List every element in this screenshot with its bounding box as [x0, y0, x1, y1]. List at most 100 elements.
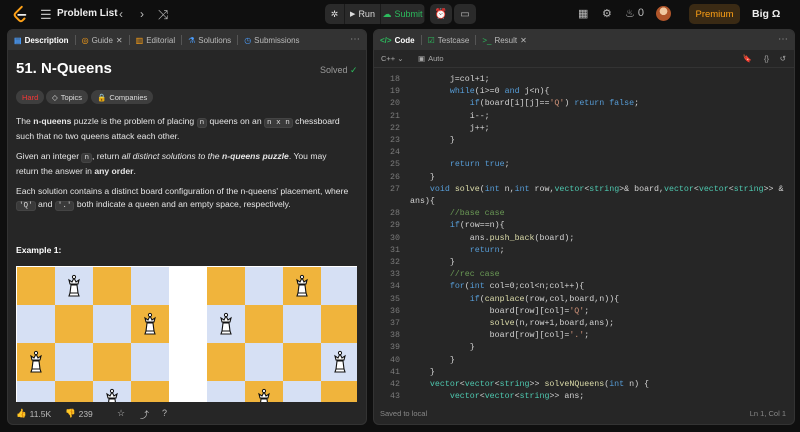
board-cell [17, 305, 55, 343]
code-line: vector<vector<string>> solveNQueens(int … [429, 380, 650, 389]
board-cell [131, 381, 169, 402]
line-number: 21 [390, 111, 400, 121]
board-cell [207, 305, 245, 343]
help-icon[interactable]: ? [162, 408, 167, 418]
leetcode-logo-icon[interactable] [11, 5, 29, 23]
problem-list-link[interactable]: Problem List [57, 8, 118, 19]
code-line: //base case [410, 209, 505, 219]
line-number: 37 [390, 319, 400, 328]
board-cell [131, 343, 169, 381]
queen-icon [144, 312, 156, 335]
code-line: for(int col=0;col<n;col++){ [449, 282, 585, 292]
tag-icon: ◇ [52, 92, 58, 102]
tab-solutions[interactable]: ⚗ Solutions [182, 30, 237, 50]
lock-icon: ▣ [418, 54, 426, 63]
board-cell [93, 343, 131, 381]
line-number: 25 [390, 160, 400, 170]
board-cell [321, 381, 357, 402]
chevron-right-icon[interactable]: › [140, 7, 144, 21]
close-icon[interactable]: ✕ [520, 36, 527, 45]
line-number: 33 [390, 270, 400, 280]
board-cell [93, 381, 131, 402]
tab-code[interactable]: </> Code [374, 30, 421, 50]
tab-testcase[interactable]: ☑ Testcase [422, 30, 476, 50]
board-cell [283, 381, 321, 402]
user-name[interactable]: Big Ω [752, 8, 780, 20]
checkbox-icon: ☑ [427, 35, 435, 45]
more-icon[interactable]: ⋯ [778, 34, 788, 45]
description-bottom-bar: 👍 11.5K 👎 239 ☆ ⤴ ? [7, 403, 367, 425]
example-image [16, 266, 357, 402]
code-editor[interactable]: 18 j=col+1; 19 while(i>=0 and j<n){20 if(… [374, 74, 794, 404]
line-number: 41 [390, 367, 400, 377]
braces-icon[interactable]: {} [764, 54, 769, 63]
board-cell [55, 381, 93, 402]
board-cell [55, 305, 93, 343]
cursor-position: Ln 1, Col 1 [749, 409, 786, 418]
submit-button[interactable]: ☁ Submit [381, 4, 425, 24]
board-cell [321, 343, 357, 381]
line-number: 39 [390, 343, 400, 353]
code-line: board[row][col]='.'; [410, 331, 590, 341]
code-line: board[row][col]='Q'; [410, 306, 590, 316]
editor-toolbar: C++ ⌄ ▣ Auto 🔖 {} ↺ [374, 50, 794, 68]
code-line: } [410, 258, 455, 267]
line-number: 30 [390, 233, 400, 243]
code-line: if(canplace(row,col,board,n)){ [469, 294, 620, 304]
tab-result[interactable]: >_ Result ✕ [476, 30, 533, 50]
flask-icon: ⚗ [188, 35, 196, 45]
tab-description[interactable]: ▤ Description [8, 30, 75, 50]
topics-badge[interactable]: ◇ Topics [46, 90, 89, 104]
streak-counter[interactable]: ♨ 0 [625, 7, 644, 20]
book-icon: ▥ [135, 35, 144, 45]
gear-icon[interactable]: ⚙ [602, 7, 612, 20]
board-cell [93, 267, 131, 305]
board-cell [283, 343, 321, 381]
timer-button[interactable]: ⏰ [430, 4, 452, 24]
reset-icon[interactable]: ↺ [780, 54, 786, 63]
board-cell [245, 267, 283, 305]
line-number: 36 [390, 306, 400, 316]
dislike-button[interactable]: 👎 239 [65, 408, 93, 419]
tab-guide[interactable]: ◎ Guide ✕ [76, 30, 129, 50]
save-status: Saved to local [380, 409, 428, 418]
queen-icon [106, 388, 118, 402]
line-number: 42 [390, 380, 400, 389]
tab-editorial[interactable]: ▥ Editorial [130, 30, 181, 50]
lock-icon: 🔒 [97, 92, 107, 102]
queen-icon [258, 388, 270, 402]
like-button[interactable]: 👍 11.5K [16, 408, 51, 419]
language-select[interactable]: C++ ⌄ [381, 54, 404, 63]
mode-select[interactable]: ▣ Auto [418, 54, 444, 63]
line-number: 34 [390, 282, 400, 292]
more-icon[interactable]: ⋯ [350, 34, 360, 45]
debug-button[interactable]: ✲ [325, 4, 345, 24]
queen-icon [30, 350, 42, 373]
line-number: 18 [390, 75, 400, 84]
star-icon[interactable]: ☆ [117, 408, 125, 419]
line-number: 43 [390, 392, 400, 402]
code-line: vector<vector<string>> ans; [449, 392, 585, 402]
companies-badge[interactable]: 🔒 Companies [91, 90, 154, 104]
queen-icon [220, 312, 232, 335]
close-icon[interactable]: ✕ [116, 36, 123, 45]
line-number: 38 [390, 331, 400, 341]
avatar[interactable] [656, 6, 671, 21]
code-line: solve(n,row+1,board,ans); [489, 319, 615, 328]
bookmark-icon[interactable]: 🔖 [743, 54, 752, 63]
shuffle-icon[interactable]: ⤨ [158, 7, 168, 23]
run-button[interactable]: ▶ Run [345, 4, 381, 24]
layout-icon[interactable]: ▦ [578, 7, 588, 20]
line-number: 19 [390, 87, 400, 97]
code-line: } [410, 172, 435, 182]
line-number: 29 [390, 221, 400, 231]
bug-icon: ✲ [330, 8, 339, 19]
difficulty-badge[interactable]: Hard [16, 90, 45, 104]
chevron-down-icon: ⌄ [397, 54, 404, 63]
tab-submissions[interactable]: ◷ Submissions [238, 30, 305, 50]
chevron-left-icon[interactable]: ‹ [119, 7, 123, 21]
notes-button[interactable]: ▭ [454, 4, 476, 24]
list-icon[interactable]: ☰ [40, 7, 52, 23]
premium-button[interactable]: Premium [689, 4, 740, 24]
share-icon[interactable]: ⤴ [140, 408, 149, 421]
